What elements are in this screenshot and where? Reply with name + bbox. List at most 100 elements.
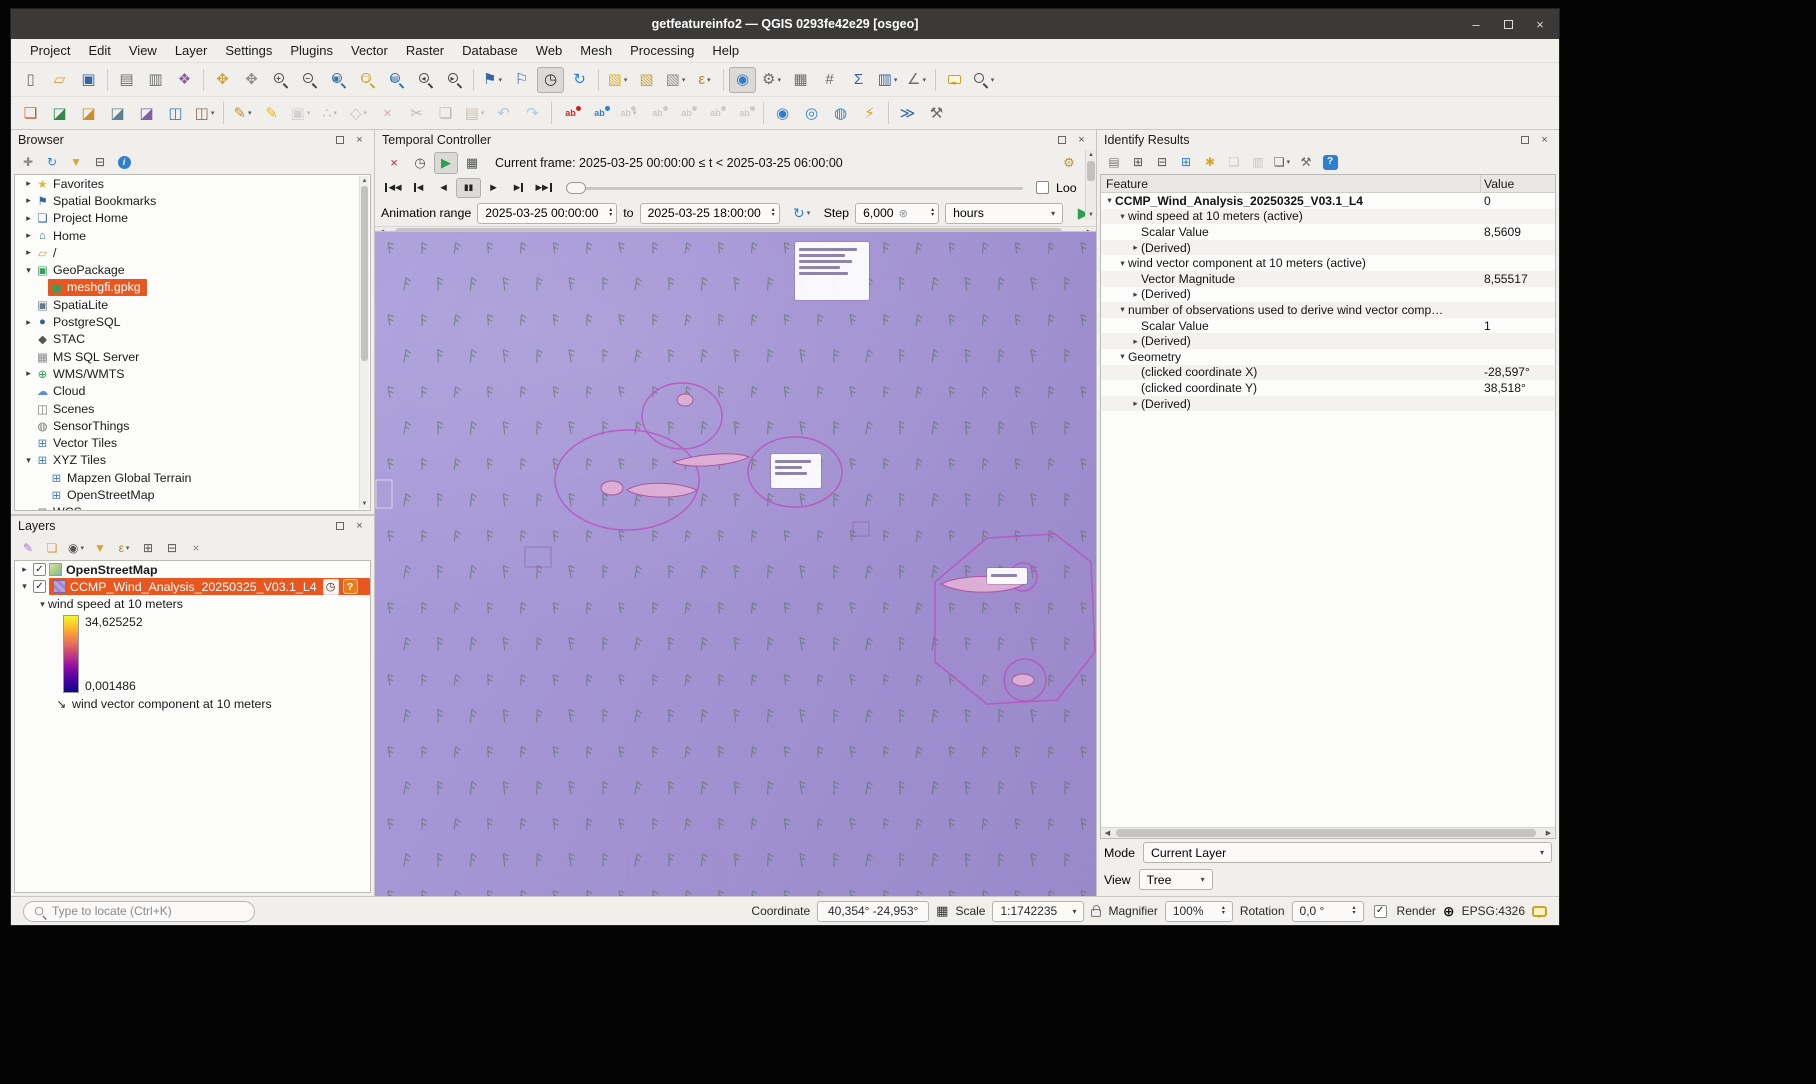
fixed-range-navigation[interactable]: ◷	[408, 152, 432, 174]
temporal-settings-button[interactable]: ⚙	[1057, 152, 1081, 174]
identify-row-derived[interactable]: ▸(Derived)	[1101, 333, 1555, 349]
identify-row-vector-magnitude[interactable]: Vector Magnitude8,55517	[1101, 271, 1555, 287]
identify-mode-menu[interactable]: ❏▾	[1271, 152, 1293, 172]
step-unit-combobox[interactable]: hours▾	[945, 203, 1063, 224]
toggle-editing[interactable]: ✎	[258, 100, 285, 126]
style-manager[interactable]: ❖	[171, 67, 198, 93]
open-attribute-form[interactable]: ▤	[1103, 152, 1125, 172]
zoom-to-selection[interactable]: ▢	[354, 67, 381, 93]
show-layout-manager[interactable]: ▥	[142, 67, 169, 93]
menu-layer[interactable]: Layer	[166, 40, 217, 61]
layer-checkbox[interactable]: ✓	[33, 580, 46, 593]
zoom-full[interactable]: ▣	[325, 67, 352, 93]
collapse-all-layers[interactable]: ⊟	[161, 538, 183, 558]
clear-results[interactable]: ✱	[1199, 152, 1221, 172]
show-summary-table[interactable]: ▥▾	[874, 67, 901, 93]
expander-icon[interactable]: ▸	[23, 368, 34, 379]
select-features[interactable]: ▧▾	[604, 67, 631, 93]
new-mesh-layer[interactable]: ◫	[162, 100, 189, 126]
column-header-feature[interactable]: Feature	[1101, 175, 1481, 192]
close-panel-button[interactable]: ×	[1074, 133, 1089, 148]
set-range-from-project-button[interactable]: ↻▾	[787, 202, 817, 224]
play-forward[interactable]: ▶	[481, 178, 506, 198]
scroll-track[interactable]	[360, 186, 369, 499]
scroll-down-icon[interactable]: ▼	[1088, 210, 1094, 220]
layer-diagram[interactable]: ab	[586, 100, 613, 126]
new-geopackage-layer[interactable]: ◪	[46, 100, 73, 126]
filter-by-expression[interactable]: ε▾	[113, 538, 135, 558]
slider-handle[interactable]	[566, 182, 586, 194]
expander-icon[interactable]: ▾	[19, 581, 30, 592]
zoom-to-native-resolution[interactable]: ◉	[769, 100, 796, 126]
georeferencer[interactable]: ◎	[798, 100, 825, 126]
browser-scrollbar[interactable]: ▲ ▼	[359, 176, 369, 509]
expander-icon[interactable]: ▸	[1130, 242, 1141, 253]
refresh-map[interactable]: ↻	[566, 67, 593, 93]
menu-help[interactable]: Help	[703, 40, 748, 61]
browser-item-item[interactable]: ▸▱/	[15, 244, 360, 261]
expand-all[interactable]: ⊞	[137, 538, 159, 558]
spin-arrows-icon[interactable]: ▴▾	[927, 208, 934, 219]
crs-status[interactable]: EPSG:4326	[1462, 904, 1525, 918]
expander-icon[interactable]: ▸	[23, 213, 34, 224]
browser-item-ms-sql-server[interactable]: ▦MS SQL Server	[15, 348, 360, 365]
browser-item-sensorthings[interactable]: ◍SensorThings	[15, 417, 360, 434]
maximize-button[interactable]	[1497, 13, 1519, 35]
expander-icon[interactable]: ▸	[23, 178, 34, 189]
new-spatial-bookmark[interactable]: ⚑▾	[479, 67, 506, 93]
show-spatial-bookmarks[interactable]: ⚐	[508, 67, 535, 93]
temporal-controller[interactable]: ◷	[537, 67, 564, 93]
browser-item-spatial-bookmarks[interactable]: ▸⚑Spatial Bookmarks	[15, 192, 360, 209]
close-panel-button[interactable]: ×	[1537, 133, 1552, 148]
open-layer-styling[interactable]: ✎	[17, 538, 39, 558]
scroll-track[interactable]	[1114, 828, 1542, 838]
locate-search-input[interactable]: Type to locate (Ctrl+K)	[23, 901, 255, 922]
menu-settings[interactable]: Settings	[216, 40, 281, 61]
identify-row-derived[interactable]: ▸(Derived)	[1101, 396, 1555, 412]
menu-raster[interactable]: Raster	[397, 40, 453, 61]
new-spatialite-layer[interactable]: ◪	[104, 100, 131, 126]
open-attribute-table[interactable]: ▦	[787, 67, 814, 93]
menu-vector[interactable]: Vector	[342, 40, 397, 61]
pan-map[interactable]: ✥	[209, 67, 236, 93]
coordinate-input[interactable]: 40,354° -24,953°	[817, 901, 929, 922]
data-source-manager[interactable]: ❏	[17, 100, 44, 126]
nominatim-search[interactable]: ▾	[970, 67, 997, 93]
browser-item-geopackage[interactable]: ▾▣GeoPackage	[15, 261, 360, 278]
filter-browser[interactable]: ▼	[65, 152, 87, 172]
play-backward[interactable]: ◀	[431, 178, 456, 198]
pan-map-to-selection[interactable]: ✥	[238, 67, 265, 93]
browser-item-vector-tiles[interactable]: ⊞Vector Tiles	[15, 434, 360, 451]
layer-item-ccmp-wind-analysis-20250325-v03-1-l4[interactable]: ▾✓CCMP_Wind_Analysis_20250325_V03.1_L4◷?	[15, 578, 370, 595]
close-button[interactable]: ×	[1529, 13, 1551, 35]
layer-subitem-wind-speed-at-10-meters[interactable]: ▾wind speed at 10 meters	[15, 596, 370, 613]
render-checkbox[interactable]: ✓	[1374, 905, 1387, 918]
scroll-up-icon[interactable]: ▲	[362, 176, 368, 186]
expander-icon[interactable]: ▸	[1130, 336, 1141, 347]
expander-icon[interactable]: ▸	[23, 195, 34, 206]
select-by-expression[interactable]: ε▾	[691, 67, 718, 93]
zoom-to-layers[interactable]: ▤	[383, 67, 410, 93]
column-header-value[interactable]: Value	[1481, 177, 1555, 191]
scroll-thumb[interactable]	[361, 186, 368, 361]
extents-toggle-icon[interactable]: ▦	[936, 903, 948, 919]
identify-row-ccmp-wind-analysis-20250325-v03-1-l4[interactable]: ▾CCMP_Wind_Analysis_20250325_V03.1_L40	[1101, 193, 1555, 209]
layer-checkbox[interactable]: ✓	[33, 563, 46, 576]
metasearch[interactable]: ◍	[827, 100, 854, 126]
add-selected-layers[interactable]: ✚	[17, 152, 39, 172]
project-save[interactable]: ▣	[75, 67, 102, 93]
browser-item-home[interactable]: ▸⌂Home	[15, 227, 360, 244]
deselect-features[interactable]: ▧▾	[662, 67, 689, 93]
browser-item-postgresql[interactable]: ▸●PostgreSQL	[15, 313, 360, 330]
map-tips[interactable]	[941, 67, 968, 93]
magnifier-spinbox[interactable]: 100%▴▾	[1165, 901, 1233, 922]
expander-icon[interactable]: ▾	[1117, 304, 1128, 315]
menu-view[interactable]: View	[120, 40, 166, 61]
browser-item-wms-wmts[interactable]: ▸⊕WMS/WMTS	[15, 365, 360, 382]
timeline-slider[interactable]	[566, 180, 1023, 196]
scroll-thumb[interactable]	[1116, 829, 1535, 837]
collapse-tree[interactable]: ⊟	[1151, 152, 1173, 172]
expander-icon[interactable]: ▸	[23, 247, 34, 258]
browser-item-spatialite[interactable]: ▣SpatiaLite	[15, 296, 360, 313]
identify-row-geometry[interactable]: ▾Geometry	[1101, 349, 1555, 365]
